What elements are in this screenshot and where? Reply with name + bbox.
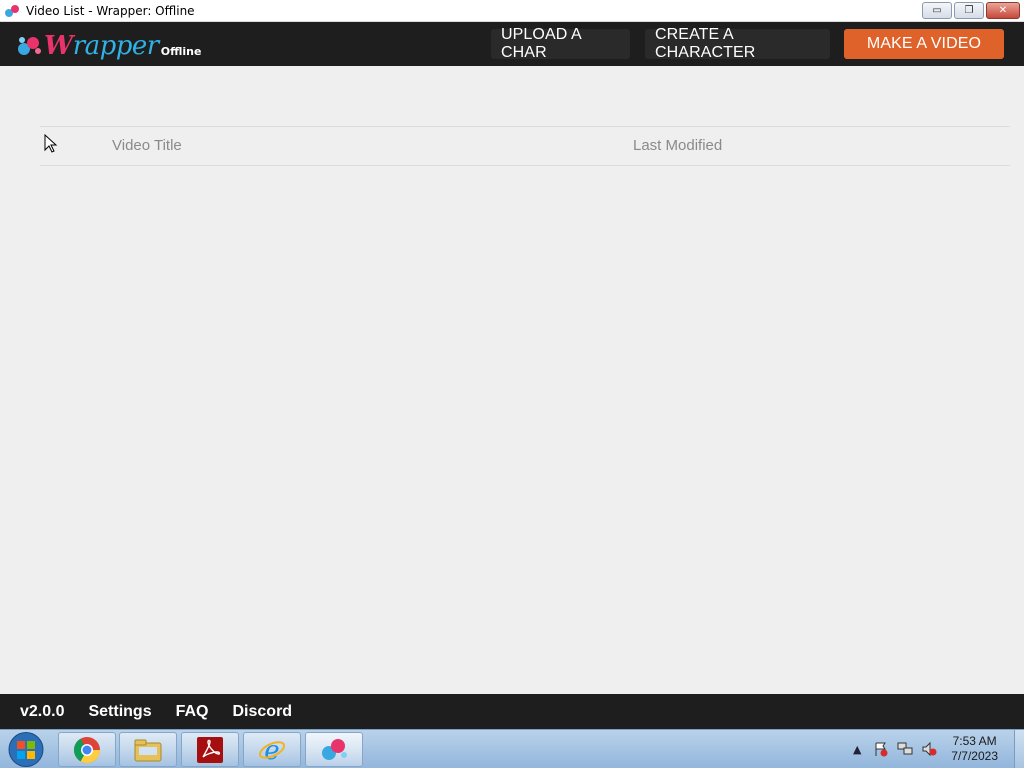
logo-wordmark: Wrapper	[44, 32, 159, 60]
acrobat-icon	[197, 736, 223, 763]
discord-link[interactable]: Discord	[233, 703, 293, 721]
faq-link[interactable]: FAQ	[176, 703, 209, 721]
internet-explorer-icon: e	[258, 736, 286, 765]
mouse-cursor-icon	[44, 134, 58, 153]
window-title: Video List - Wrapper: Offline	[26, 3, 195, 18]
minimize-button[interactable]: ▭	[922, 2, 952, 19]
logo-subtitle: Offline	[160, 45, 202, 58]
wrapper-app-icon	[5, 4, 19, 17]
file-explorer-icon	[134, 739, 162, 761]
window-titlebar: Video List - Wrapper: Offline ▭ ❐ ✕	[0, 0, 1024, 22]
system-tray: ▲ 7:53 AM 7/7/2023	[845, 730, 1024, 768]
taskbar-chrome[interactable]	[58, 732, 116, 767]
network-icon[interactable]	[896, 740, 914, 758]
candy-logo-icon	[18, 37, 41, 55]
upload-char-button[interactable]: UPLOAD A CHAR	[491, 26, 630, 61]
clock-date: 7/7/2023	[951, 749, 998, 763]
version-label: v2.0.0	[20, 702, 65, 720]
chrome-icon	[73, 736, 101, 763]
restore-button[interactable]: ❐	[954, 2, 984, 19]
settings-link[interactable]: Settings	[88, 703, 151, 721]
wrapper-icon	[322, 738, 347, 760]
wrapper-logo[interactable]: Wrapper Offline	[16, 28, 201, 60]
show-hidden-icons-icon[interactable]: ▲	[848, 740, 866, 758]
create-character-button[interactable]: CREATE A CHARACTER	[645, 26, 830, 61]
make-video-button[interactable]: MAKE A VIDEO	[844, 29, 1004, 59]
column-video-title[interactable]: Video Title	[112, 137, 182, 154]
window-controls: ▭ ❐ ✕	[922, 2, 1020, 19]
app-header: Wrapper Offline UPLOAD A CHAR CREATE A C…	[0, 22, 1024, 66]
action-center-flag-icon[interactable]	[872, 740, 890, 758]
app-footer: v2.0.0 Settings FAQ Discord	[0, 694, 1024, 729]
clock-time: 7:53 AM	[952, 734, 997, 748]
logo-initial: W	[44, 31, 73, 61]
taskbar-wrapper[interactable]	[305, 732, 363, 767]
taskbar-acrobat[interactable]	[181, 732, 239, 767]
taskbar-file-explorer[interactable]	[119, 732, 177, 767]
start-button-icon[interactable]	[6, 731, 46, 768]
logo-word: rapper	[72, 31, 160, 61]
show-desktop-button[interactable]	[1014, 730, 1024, 768]
taskbar-internet-explorer[interactable]: e	[243, 732, 301, 767]
video-list-header: Video Title Last Modified	[40, 126, 1010, 166]
close-button[interactable]: ✕	[986, 2, 1020, 19]
volume-muted-icon[interactable]	[920, 740, 938, 758]
taskbar: e ▲ 7:53 AM 7/7/2023	[0, 729, 1024, 768]
column-last-modified[interactable]: Last Modified	[633, 137, 722, 154]
svg-text:e: e	[264, 736, 279, 765]
taskbar-clock[interactable]: 7:53 AM 7/7/2023	[951, 734, 998, 764]
